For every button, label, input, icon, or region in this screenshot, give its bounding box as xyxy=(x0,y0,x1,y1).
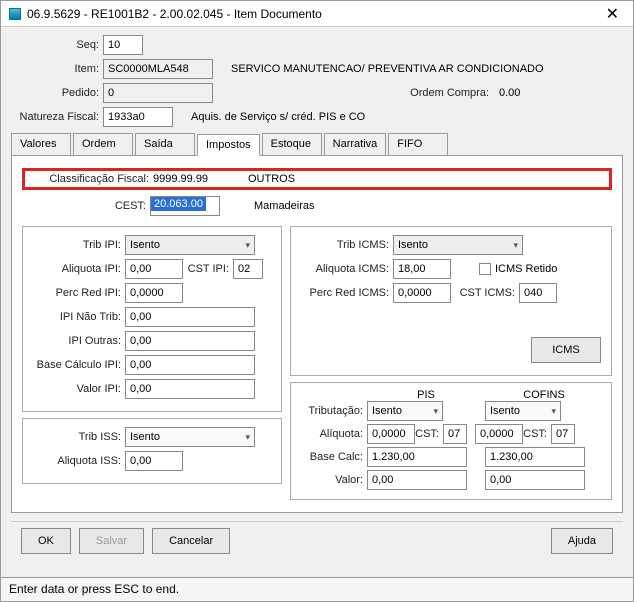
tab-narrativa[interactable]: Narrativa xyxy=(324,133,387,155)
percredipi-label: Perc Red IPI: xyxy=(33,287,125,299)
aliqiss-label: Aliquota ISS: xyxy=(33,455,125,467)
pis-valor[interactable] xyxy=(367,470,467,490)
pis-base[interactable] xyxy=(367,447,467,467)
pis-cst[interactable] xyxy=(443,424,467,444)
aliqicms-input[interactable] xyxy=(393,259,451,279)
natfiscal-label: Natureza Fiscal: xyxy=(11,111,103,123)
natfiscal-desc: Aquis. de Serviço s/ créd. PIS e CO xyxy=(185,111,365,123)
classif-fiscal-box: Classificação Fiscal: 9999.99.99 OUTROS xyxy=(22,168,612,190)
cstipi-input[interactable] xyxy=(233,259,263,279)
cest-input[interactable]: 20.063.00 xyxy=(151,197,206,211)
tab-valores[interactable]: Valores xyxy=(11,133,71,155)
cstipi-label: CST IPI: xyxy=(183,263,233,275)
app-icon xyxy=(9,8,21,20)
tribipi-select[interactable]: Isento▾ xyxy=(125,235,255,255)
icmsretido-label: ICMS Retido xyxy=(495,263,557,275)
status-bar: Enter data or press ESC to end. xyxy=(1,577,633,601)
natfiscal-input[interactable] xyxy=(103,107,173,127)
cofins-cst-lbl: CST: xyxy=(523,428,551,440)
tab-fifo[interactable]: FIFO xyxy=(388,133,448,155)
tribicms-label: Trib ICMS: xyxy=(301,239,393,251)
tab-bar: Valores Ordem Saída Impostos Estoque Nar… xyxy=(11,133,623,156)
ipinaotrib-input[interactable] xyxy=(125,307,255,327)
cest-desc: Mamadeiras xyxy=(248,200,315,212)
piscofins-group: PIS COFINS Tributação: Isento▾ Isento▾ A… xyxy=(290,382,612,500)
chevron-down-icon: ▾ xyxy=(513,240,518,251)
pis-aliq[interactable] xyxy=(367,424,415,444)
titlebar: 06.9.5629 - RE1001B2 - 2.00.02.045 - Ite… xyxy=(1,1,633,27)
cofins-cst[interactable] xyxy=(551,424,575,444)
salvar-button[interactable]: Salvar xyxy=(79,528,144,554)
tribipi-label: Trib IPI: xyxy=(33,239,125,251)
ordemcompra-value: 0.00 xyxy=(493,87,520,99)
classif-value: 9999.99.99 xyxy=(153,173,248,185)
pis-trib[interactable]: Isento▾ xyxy=(367,401,443,421)
ipioutras-input[interactable] xyxy=(125,331,255,351)
tab-impostos[interactable]: Impostos xyxy=(197,134,260,156)
tribiss-label: Trib ISS: xyxy=(33,431,125,443)
item-code xyxy=(103,59,213,79)
pis-header: PIS xyxy=(367,389,485,401)
status-text: Enter data or press ESC to end. xyxy=(9,582,179,596)
baseipi-input[interactable] xyxy=(125,355,255,375)
percredipi-input[interactable] xyxy=(125,283,183,303)
pedido-input xyxy=(103,83,213,103)
valoripi-input[interactable] xyxy=(125,379,255,399)
percredicms-label: Perc Red ICMS: xyxy=(301,287,393,299)
pc-base-label: Base Calc: xyxy=(299,451,367,463)
chevron-down-icon: ▾ xyxy=(245,240,250,251)
pc-aliq-label: Alíquota: xyxy=(299,428,367,440)
chevron-down-icon: ▾ xyxy=(551,406,556,417)
chevron-down-icon: ▾ xyxy=(433,406,438,417)
aliqipi-label: Aliquota IPI: xyxy=(33,263,125,275)
cofins-trib[interactable]: Isento▾ xyxy=(485,401,561,421)
classif-label: Classificação Fiscal: xyxy=(31,173,153,185)
seq-input[interactable] xyxy=(103,35,143,55)
footer-buttons: OK Salvar Cancelar Ajuda xyxy=(11,521,623,560)
percredicms-input[interactable] xyxy=(393,283,451,303)
cancelar-button[interactable]: Cancelar xyxy=(152,528,230,554)
tab-ordem[interactable]: Ordem xyxy=(73,133,133,155)
icmsretido-check[interactable] xyxy=(479,263,491,275)
window: 06.9.5629 - RE1001B2 - 2.00.02.045 - Ite… xyxy=(0,0,634,602)
icms-button[interactable]: ICMS xyxy=(531,337,601,363)
window-title: 06.9.5629 - RE1001B2 - 2.00.02.045 - Ite… xyxy=(27,7,322,21)
ipinaotrib-label: IPI Não Trib: xyxy=(33,311,125,323)
cofins-header: COFINS xyxy=(485,389,603,401)
aliqipi-input[interactable] xyxy=(125,259,183,279)
aliqicms-label: Aliquota ICMS: xyxy=(301,263,393,275)
iss-group: Trib ISS: Isento▾ Aliquota ISS: xyxy=(22,418,282,484)
baseipi-label: Base Cálculo IPI: xyxy=(33,359,125,371)
classif-desc: OUTROS xyxy=(248,173,295,185)
ok-button[interactable]: OK xyxy=(21,528,71,554)
cofins-aliq[interactable] xyxy=(475,424,523,444)
tribiss-select[interactable]: Isento▾ xyxy=(125,427,255,447)
header-area: Seq: Item: SERVICO MANUTENCAO/ PREVENTIV… xyxy=(1,27,633,564)
valoripi-label: Valor IPI: xyxy=(33,383,125,395)
cofins-valor[interactable] xyxy=(485,470,585,490)
chevron-down-icon: ▾ xyxy=(245,432,250,443)
tribicms-select[interactable]: Isento▾ xyxy=(393,235,523,255)
item-label: Item: xyxy=(11,63,103,75)
pedido-label: Pedido: xyxy=(11,87,103,99)
ipioutras-label: IPI Outras: xyxy=(33,335,125,347)
tab-panel-impostos: Classificação Fiscal: 9999.99.99 OUTROS … xyxy=(11,156,623,513)
close-icon[interactable]: ✕ xyxy=(600,4,625,24)
cest-label: CEST: xyxy=(28,200,150,212)
tab-estoque[interactable]: Estoque xyxy=(262,133,322,155)
icms-group: Trib ICMS: Isento▾ Aliquota ICMS: ICMS R… xyxy=(290,226,612,376)
cofins-base[interactable] xyxy=(485,447,585,467)
aliqiss-input[interactable] xyxy=(125,451,183,471)
ordemcompra-label: Ordem Compra: xyxy=(213,87,493,99)
ipi-group: Trib IPI: Isento▾ Aliquota IPI: CST IPI:… xyxy=(22,226,282,412)
pis-cst-lbl: CST: xyxy=(415,428,443,440)
csticms-label: CST ICMS: xyxy=(451,287,519,299)
seq-label: Seq: xyxy=(11,39,103,51)
pc-valor-label: Valor: xyxy=(299,474,367,486)
item-desc: SERVICO MANUTENCAO/ PREVENTIVA AR CONDIC… xyxy=(225,63,544,75)
ajuda-button[interactable]: Ajuda xyxy=(551,528,613,554)
tab-saida[interactable]: Saída xyxy=(135,133,195,155)
pc-trib-label: Tributação: xyxy=(299,405,367,417)
csticms-input[interactable] xyxy=(519,283,557,303)
